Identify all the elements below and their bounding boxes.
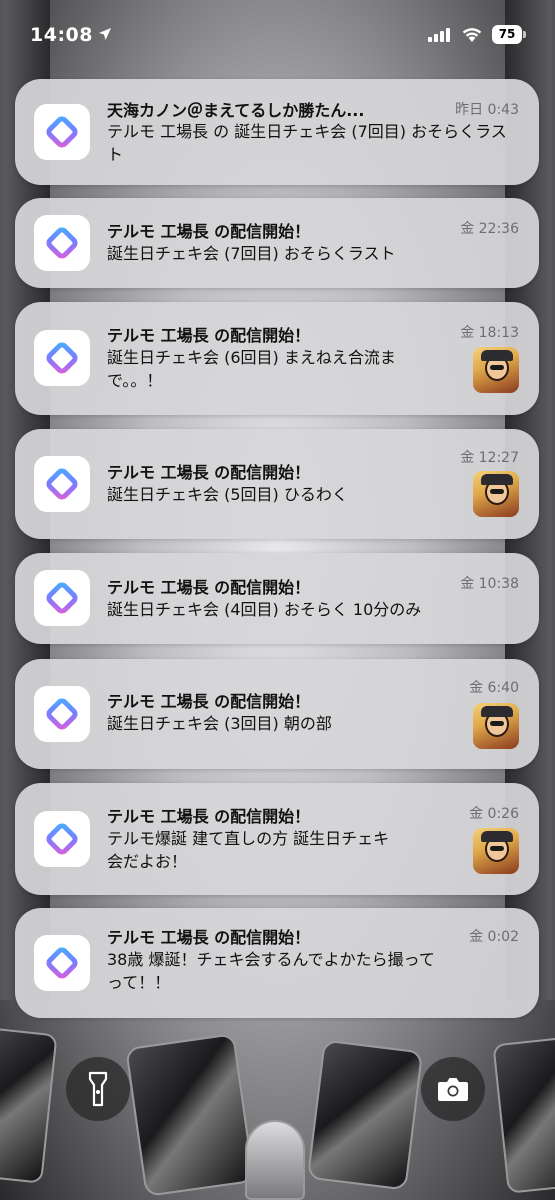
notification-body: 誕生日チェキ会 (6回目) まえねえ合流まで。。！ <box>107 348 396 390</box>
notification-time: 金 0:02 <box>469 929 519 945</box>
app-icon <box>34 104 90 160</box>
app-diamond-icon <box>43 944 81 982</box>
notification-body: テルモ 工場長 の 誕生日チェキ会 (7回目) おそらくラスト <box>107 122 507 164</box>
notification-body: 誕生日チェキ会 (4回目) おそらく 10分のみ <box>107 600 422 619</box>
app-diamond-icon <box>43 224 81 262</box>
flashlight-icon <box>88 1071 108 1107</box>
wallpaper-gem <box>306 1039 424 1191</box>
notification-time: 金 0:26 <box>469 806 519 822</box>
status-bar: 14:08 75 <box>0 0 555 70</box>
notification-title: テルモ 工場長 の配信開始！ <box>107 928 311 947</box>
location-arrow-icon <box>99 28 111 40</box>
app-icon <box>34 570 90 626</box>
app-diamond-icon <box>43 339 81 377</box>
app-icon <box>34 215 90 271</box>
app-icon <box>34 456 90 512</box>
notification-time: 金 18:13 <box>460 325 519 341</box>
notification-time: 金 6:40 <box>469 680 519 696</box>
app-diamond-icon <box>43 113 81 151</box>
app-icon <box>34 935 90 991</box>
notification-time: 金 22:36 <box>460 221 519 237</box>
notification-card[interactable]: テルモ 工場長 の配信開始！ 金 0:26 テルモ爆誕 建て直しの方 誕生日チェ… <box>15 783 539 895</box>
notification-card[interactable]: テルモ 工場長 の配信開始！ 金 6:40 誕生日チェキ会 (3回目) 朝の部 <box>15 659 539 769</box>
thumbnail-image <box>473 471 519 517</box>
notification-title: テルモ 工場長 の配信開始！ <box>107 326 311 345</box>
notification-body: 38歳 爆誕！チェキ会するんでよかたら撮ってって！！ <box>107 950 435 992</box>
app-icon <box>34 811 90 867</box>
notification-card[interactable]: テルモ 工場長 の配信開始！ 金 0:02 38歳 爆誕！チェキ会するんでよかた… <box>15 908 539 1018</box>
notification-title: テルモ 工場長 の配信開始！ <box>107 222 311 241</box>
camera-button[interactable] <box>421 1057 485 1121</box>
wifi-icon <box>462 28 482 42</box>
notification-card[interactable]: テルモ 工場長 の配信開始！ 金 22:36 誕生日チェキ会 (7回目) おそら… <box>15 198 539 288</box>
notification-title: テルモ 工場長 の配信開始！ <box>107 578 311 597</box>
notification-title: 天海カノン＠まえてるしか勝たん... <box>107 101 365 120</box>
notification-card[interactable]: テルモ 工場長 の配信開始！ 金 18:13 誕生日チェキ会 (6回目) まえね… <box>15 302 539 415</box>
notification-time: 金 10:38 <box>460 576 519 592</box>
thumbnail-image <box>473 703 519 749</box>
wallpaper-gem <box>492 1036 555 1194</box>
clock-time: 14:08 <box>30 24 93 46</box>
notification-title: テルモ 工場長 の配信開始！ <box>107 692 311 711</box>
notification-body: 誕生日チェキ会 (7回目) おそらくラスト <box>107 244 396 263</box>
notification-title: テルモ 工場長 の配信開始！ <box>107 463 311 482</box>
notification-body: 誕生日チェキ会 (5回目) ひるわく <box>107 485 348 504</box>
notification-card[interactable]: 天海カノン＠まえてるしか勝たん... 昨日 0:43 テルモ 工場長 の 誕生日… <box>15 79 539 185</box>
app-diamond-icon <box>43 465 81 503</box>
app-icon <box>34 330 90 386</box>
camera-icon <box>438 1078 468 1101</box>
notification-body: 誕生日チェキ会 (3回目) 朝の部 <box>107 714 332 733</box>
flashlight-button[interactable] <box>66 1057 130 1121</box>
notification-card[interactable]: テルモ 工場長 の配信開始！ 金 12:27 誕生日チェキ会 (5回目) ひるわ… <box>15 429 539 539</box>
app-diamond-icon <box>43 579 81 617</box>
wallpaper-gem <box>0 1026 58 1184</box>
notification-title: テルモ 工場長 の配信開始！ <box>107 807 311 826</box>
wallpaper-gem <box>125 1033 255 1197</box>
cellular-signal-icon <box>428 28 450 42</box>
thumbnail-image <box>473 347 519 393</box>
thumbnail-image <box>473 828 519 874</box>
app-diamond-icon <box>43 695 81 733</box>
notification-time: 金 12:27 <box>460 450 519 466</box>
battery-indicator: 75 <box>492 25 522 44</box>
notification-time: 昨日 0:43 <box>455 102 519 118</box>
notification-card[interactable]: テルモ 工場長 の配信開始！ 金 10:38 誕生日チェキ会 (4回目) おそら… <box>15 553 539 644</box>
app-icon <box>34 686 90 742</box>
app-diamond-icon <box>43 820 81 858</box>
notification-body: テルモ爆誕 建て直しの方 誕生日チェキ会だよお！ <box>107 829 390 871</box>
battery-tip <box>523 31 526 38</box>
wallpaper-gem <box>245 1120 305 1200</box>
